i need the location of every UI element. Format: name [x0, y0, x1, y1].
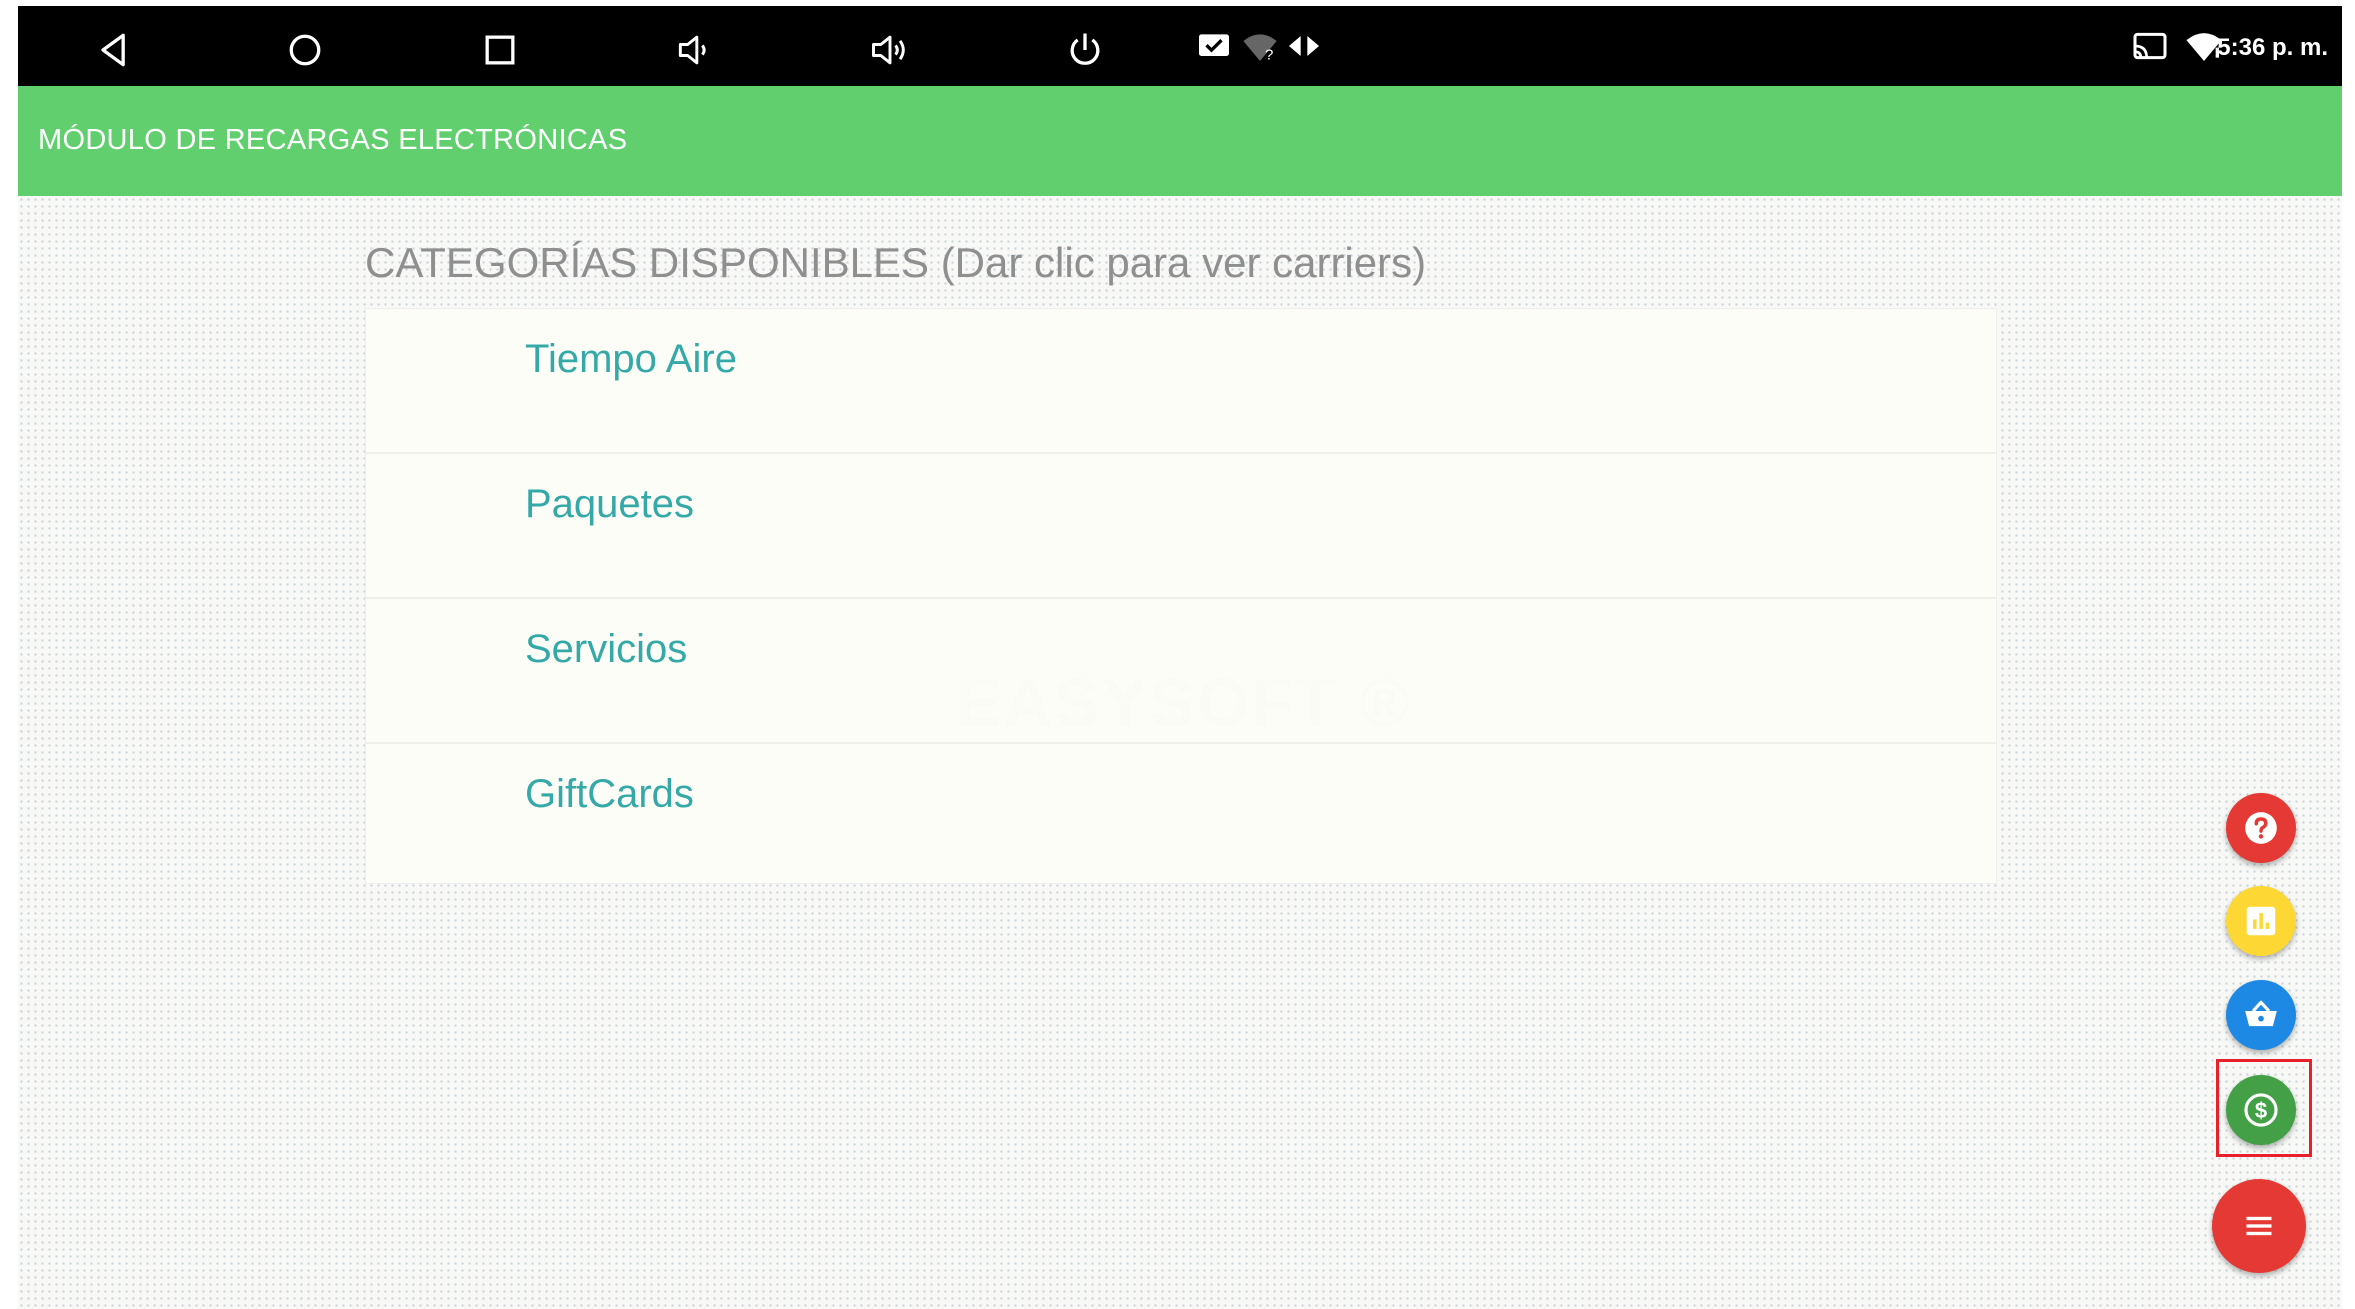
- back-icon[interactable]: [82, 18, 146, 82]
- check-message-icon: [1194, 26, 1234, 66]
- cast-icon: [2130, 26, 2170, 66]
- cart-button[interactable]: [2226, 980, 2296, 1050]
- clock: 5:36 p. m.: [2217, 34, 2328, 61]
- category-item-giftcards[interactable]: GiftCards: [366, 744, 1996, 887]
- category-label: Servicios: [525, 627, 688, 671]
- category-label: Paquetes: [525, 482, 695, 526]
- volume-down-icon[interactable]: [663, 18, 727, 82]
- recents-icon[interactable]: [468, 18, 532, 82]
- section-title: CATEGORÍAS DISPONIBLES (Dar clic para ve…: [365, 239, 1427, 286]
- highlight-box: [2216, 1059, 2312, 1157]
- app-bar: MÓDULO DE RECARGAS ELECTRÓNICAS: [18, 86, 2342, 196]
- categories-list: Tiempo Aire Paquetes Servicios GiftCards: [365, 308, 1997, 884]
- bar-chart-icon: [2246, 906, 2276, 936]
- category-item-paquetes[interactable]: Paquetes: [366, 454, 1996, 599]
- question-icon: [2245, 812, 2277, 844]
- help-button[interactable]: [2226, 793, 2296, 863]
- svg-text:?: ?: [1265, 46, 1273, 63]
- app-title: MÓDULO DE RECARGAS ELECTRÓNICAS: [38, 124, 628, 156]
- reports-button[interactable]: [2226, 886, 2296, 956]
- category-label: Tiempo Aire: [525, 337, 737, 381]
- basket-icon: [2245, 1000, 2277, 1027]
- menu-button[interactable]: [2212, 1179, 2306, 1273]
- category-item-tiempo-aire[interactable]: Tiempo Aire: [366, 309, 1996, 454]
- data-sync-icon: [1284, 26, 1324, 66]
- main-content: CATEGORÍAS DISPONIBLES (Dar clic para ve…: [18, 196, 2342, 1309]
- home-icon[interactable]: [273, 18, 337, 82]
- status-bar: ? 5:36 p. m.: [18, 6, 2342, 86]
- power-icon[interactable]: [1053, 18, 1117, 82]
- device-screen: ? 5:36 p. m. MÓDULO DE RECARGAS ELECTRÓN…: [18, 6, 2342, 1309]
- category-label: GiftCards: [525, 772, 694, 816]
- menu-icon: [2246, 1216, 2272, 1236]
- volume-up-icon[interactable]: [858, 18, 922, 82]
- wifi-question-icon: ?: [1240, 26, 1280, 66]
- watermark: EASYSOFT ®: [956, 665, 1412, 741]
